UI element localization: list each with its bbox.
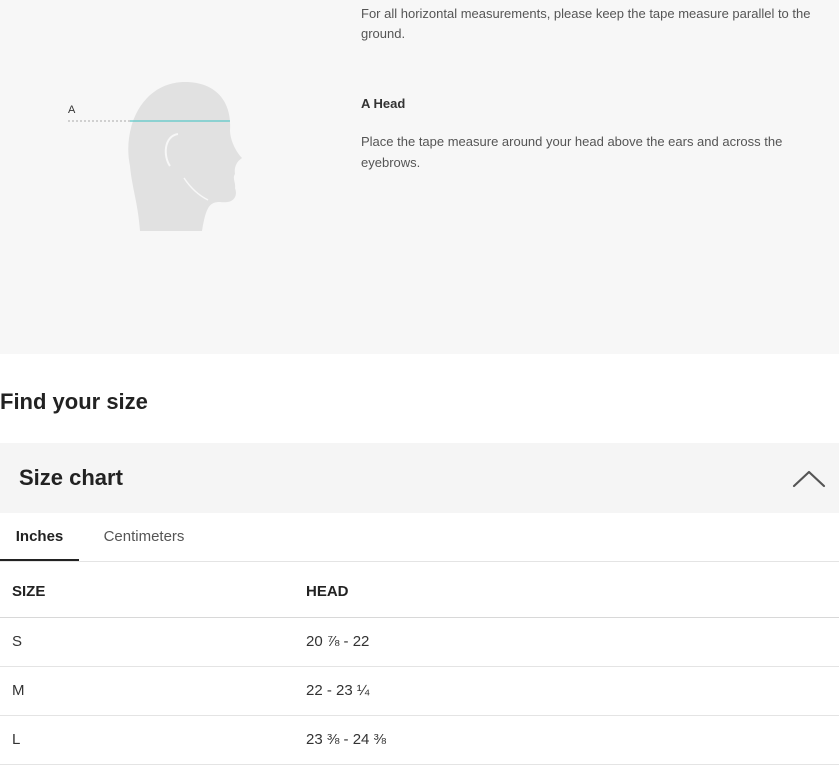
unit-tabs: Inches Centimeters <box>0 513 839 562</box>
table-row: L 23 ⅜ - 24 ⅜ <box>0 716 839 765</box>
column-header-size: SIZE <box>12 583 46 600</box>
measure-title: A Head <box>361 96 406 111</box>
size-chart-header[interactable]: Size chart <box>0 443 839 513</box>
head-cell: 23 ⅜ - 24 ⅜ <box>306 731 387 748</box>
measurement-guide: A For all horizontal measurements, pleas… <box>0 0 839 354</box>
find-size-title: Find your size <box>0 389 148 414</box>
head-cell: 22 - 23 ¼ <box>306 682 370 699</box>
measure-description: Place the tape measure around your head … <box>361 134 783 170</box>
head-cell: 20 ⅞ - 22 <box>306 633 370 650</box>
measurement-intro: For all horizontal measurements, please … <box>361 6 811 41</box>
tab-centimeters[interactable]: Centimeters <box>90 513 198 560</box>
table-row: M 22 - 23 ¼ <box>0 667 839 716</box>
table-header-row: SIZE HEAD <box>0 562 839 618</box>
column-header-head: HEAD <box>306 583 349 600</box>
head-silhouette-icon <box>68 82 242 231</box>
size-chart-title: Size chart <box>19 465 123 490</box>
size-table: SIZE HEAD S 20 ⅞ - 22 M 22 - 23 ¼ L 23 ⅜… <box>0 562 839 765</box>
size-cell: S <box>12 633 23 650</box>
collapse-button[interactable] <box>790 463 828 493</box>
size-cell: L <box>12 731 21 748</box>
chevron-up-icon <box>792 470 826 488</box>
measure-point-label: A <box>68 104 76 116</box>
table-row: S 20 ⅞ - 22 <box>0 618 839 667</box>
size-cell: M <box>12 682 25 699</box>
tab-inches[interactable]: Inches <box>0 513 79 561</box>
